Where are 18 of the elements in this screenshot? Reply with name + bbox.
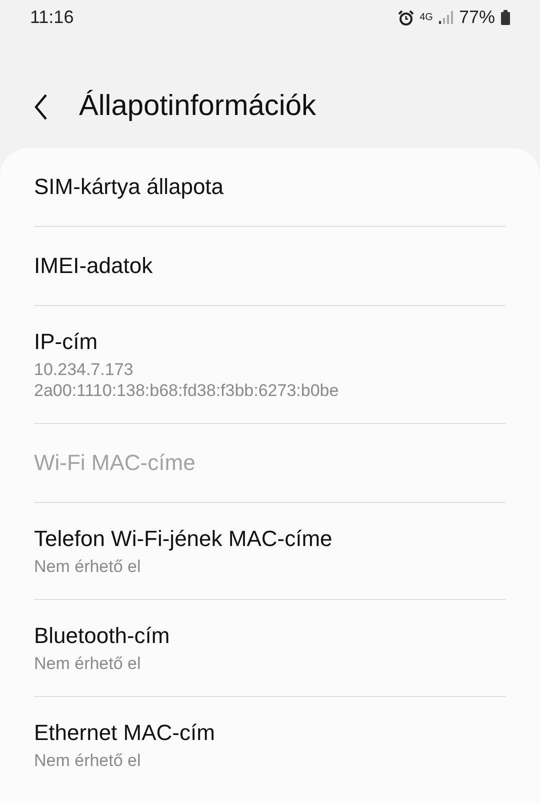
item-title[interactable]: SIM-kártya állapota bbox=[34, 173, 506, 201]
item-title[interactable]: IMEI-adatok bbox=[34, 252, 506, 280]
battery-icon bbox=[501, 10, 510, 25]
item-title[interactable]: Ethernet MAC-cím bbox=[34, 719, 506, 747]
alarm-icon bbox=[398, 10, 414, 26]
status-time: 11:16 bbox=[30, 6, 74, 29]
item-detail: Nem érhető el bbox=[34, 556, 142, 577]
item-title[interactable]: IP-cím bbox=[34, 328, 506, 356]
network-type: 4G bbox=[420, 12, 433, 22]
item-title[interactable]: Bluetooth-cím bbox=[34, 622, 506, 650]
signal-icon bbox=[438, 11, 453, 24]
page-title: Állapotinformációk bbox=[79, 88, 316, 124]
battery-percent: 77% bbox=[458, 6, 495, 29]
item-detail: 2a00:1110:138:b68:fd38:f3bb:6273:b0be bbox=[34, 380, 340, 401]
item-detail: Nem érhető el bbox=[34, 750, 142, 771]
item-title[interactable]: Telefon Wi-Fi-jének MAC-címe bbox=[34, 525, 506, 553]
item-detail: 10.234.7.173 bbox=[34, 359, 134, 380]
item-detail: Nem érhető el bbox=[34, 653, 142, 674]
